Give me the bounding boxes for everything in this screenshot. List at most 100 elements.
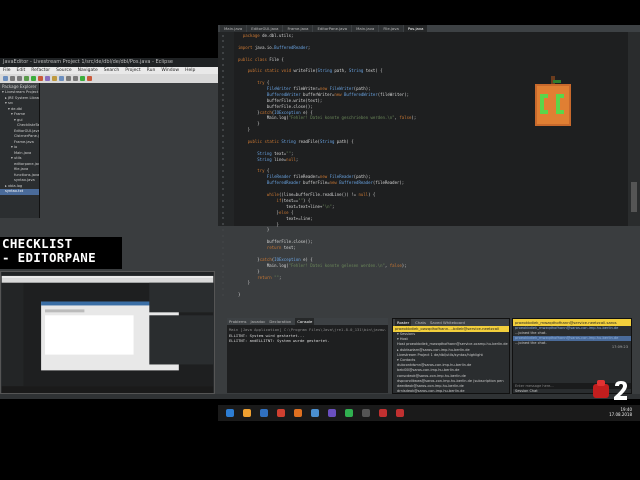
debug-icon[interactable]	[24, 76, 29, 81]
obs-icon[interactable]	[379, 409, 387, 417]
code-line: BufferedWriter bufferWriter=new Buffered…	[266, 91, 410, 97]
editor-tab[interactable]: Main.java	[352, 25, 379, 32]
bottom-tab-bar: Problems Javadoc Declaration Console	[227, 318, 388, 325]
editor-tab[interactable]: EditorPane.java	[313, 25, 352, 32]
save-icon[interactable]	[10, 76, 15, 81]
menu-navigate[interactable]: Navigate	[78, 67, 98, 74]
editor-tab[interactable]: File.java	[379, 25, 403, 32]
taskbar-clock[interactable]: 19:40 17.08.2018	[609, 407, 632, 417]
gutter-marker	[222, 34, 224, 37]
gutter-marker	[222, 229, 224, 232]
editor-tab[interactable]: Frame.java	[283, 25, 313, 32]
gutter-marker	[222, 182, 224, 184]
gutter-marker	[222, 111, 224, 114]
gutter-marker	[222, 288, 224, 291]
scroll-thumb[interactable]	[631, 182, 637, 212]
new-file-icon[interactable]	[3, 76, 8, 81]
editor-tab[interactable]: Pos.java	[403, 25, 428, 32]
search-icon[interactable]	[59, 76, 64, 81]
gutter-marker	[222, 123, 224, 125]
app-icon[interactable]	[362, 409, 370, 417]
tree-item[interactable]: ▾ Livestream Project 1 [stream]	[0, 90, 39, 96]
gutter-marker	[222, 158, 224, 161]
roster-item[interactable]: Host proeokbdiek_mwzqdhofhann@service.oc…	[393, 342, 509, 347]
gutter-marker	[222, 64, 224, 66]
gutter-marker	[222, 235, 224, 238]
gutter-marker	[222, 187, 224, 190]
gutter-marker	[222, 152, 224, 155]
code-lines: package de.dbl.utils; import java.io.Buff…	[238, 33, 416, 298]
tree-item[interactable]: syntax.txt	[0, 189, 39, 195]
gutter-marker	[222, 282, 224, 285]
gutter-marker	[222, 87, 224, 90]
roster-tab[interactable]: Roster	[395, 319, 412, 326]
bottom-tab[interactable]: Javadoc	[251, 318, 266, 325]
line-gutter	[218, 32, 234, 297]
saros-stop-icon[interactable]	[87, 76, 92, 81]
eclipse-taskbar-icon[interactable]	[328, 409, 336, 417]
opera-icon[interactable]	[277, 409, 285, 417]
saros-icon[interactable]	[80, 76, 85, 81]
forward-icon[interactable]	[73, 76, 78, 81]
chrome-icon[interactable]	[311, 409, 319, 417]
stop-icon[interactable]	[38, 76, 43, 81]
gutter-marker	[222, 134, 224, 137]
console-view[interactable]: Main [Java Application] C:\Program Files…	[227, 325, 388, 393]
code-editor[interactable]: package de.dbl.utils; import java.io.Buff…	[218, 32, 628, 297]
gutter-marker	[222, 58, 224, 61]
gutter-marker	[222, 252, 224, 255]
chat-timestamp: 17:09:23	[611, 345, 628, 349]
checklist-title: CHECKLIST	[2, 236, 73, 251]
editor-scrollbar[interactable]	[628, 32, 640, 226]
menu-project[interactable]: Project	[125, 67, 140, 74]
open-type-icon[interactable]	[52, 76, 57, 81]
roster-tab[interactable]: Saved Whiteboard	[430, 319, 465, 326]
gutter-marker	[222, 193, 224, 196]
menu-edit[interactable]: Edit	[17, 67, 26, 74]
code-line: Main.log("Fehler! Datei konnte geschrieb…	[238, 115, 417, 121]
file-explorer-icon[interactable]	[243, 409, 251, 417]
code-line: BufferedReader bufferFile=new BufferedRe…	[266, 180, 405, 186]
menu-refactor[interactable]: Refactor	[31, 67, 50, 74]
editor-tab[interactable]: Main.java	[220, 25, 247, 32]
menu-window[interactable]: Window	[161, 67, 179, 74]
menu-file[interactable]: File	[3, 67, 11, 74]
menu-help[interactable]: Help	[185, 67, 195, 74]
edge-icon[interactable]	[260, 409, 268, 417]
firefox-icon[interactable]	[294, 409, 302, 417]
editor-tab[interactable]: EditorGUI.java	[247, 25, 283, 32]
gutter-marker	[222, 117, 224, 120]
bottom-tab[interactable]: Problems	[229, 318, 247, 325]
menu-source[interactable]: Source	[56, 67, 71, 74]
editor-tab-bar: Main.java EditorGUI.java Frame.java EditorP…	[218, 25, 640, 32]
package-tree: ▾ Livestream Project 1 [stream]▸ JRE Sys…	[0, 90, 39, 195]
menu-search[interactable]: Search	[104, 67, 119, 74]
run-icon[interactable]	[31, 76, 36, 81]
package-explorer: Package Explorer ▾ Livestream Project 1 …	[0, 83, 40, 218]
channel-logo-icon	[535, 76, 571, 126]
roster-tab-bar: Roster Chats Saved Whiteboard	[393, 319, 509, 326]
bottom-tab[interactable]: Console	[295, 318, 315, 325]
new-class-icon[interactable]	[45, 76, 50, 81]
menu-run[interactable]: Run	[147, 67, 156, 74]
code-line: }	[238, 292, 241, 298]
gutter-marker	[222, 294, 224, 297]
back-icon[interactable]	[66, 76, 71, 81]
roster-tab[interactable]: Chats	[415, 319, 426, 326]
bottom-tab[interactable]: Declaration	[269, 318, 291, 325]
console-line: ELLITNT: andELLITNT: System wurde gestar…	[229, 338, 330, 343]
gutter-marker	[222, 246, 224, 249]
status-bar	[0, 394, 640, 399]
gutter-marker	[222, 46, 224, 49]
package-explorer-title: Package Explorer	[0, 83, 39, 90]
checklist-banner: CHECKLIST - EDITORPANE	[0, 237, 122, 269]
gutter-marker	[222, 258, 224, 261]
record-icon[interactable]	[396, 409, 404, 417]
save-all-icon[interactable]	[17, 76, 22, 81]
windows-start-icon[interactable]	[226, 409, 234, 417]
gutter-marker	[222, 241, 224, 243]
gutter-marker	[222, 128, 224, 131]
saros-roster-panel: Roster Chats Saved Whiteboard proeokbdiek_…	[392, 318, 510, 398]
spotify-icon[interactable]	[345, 409, 353, 417]
taskbar: 19:40 17.08.2018	[218, 405, 640, 421]
